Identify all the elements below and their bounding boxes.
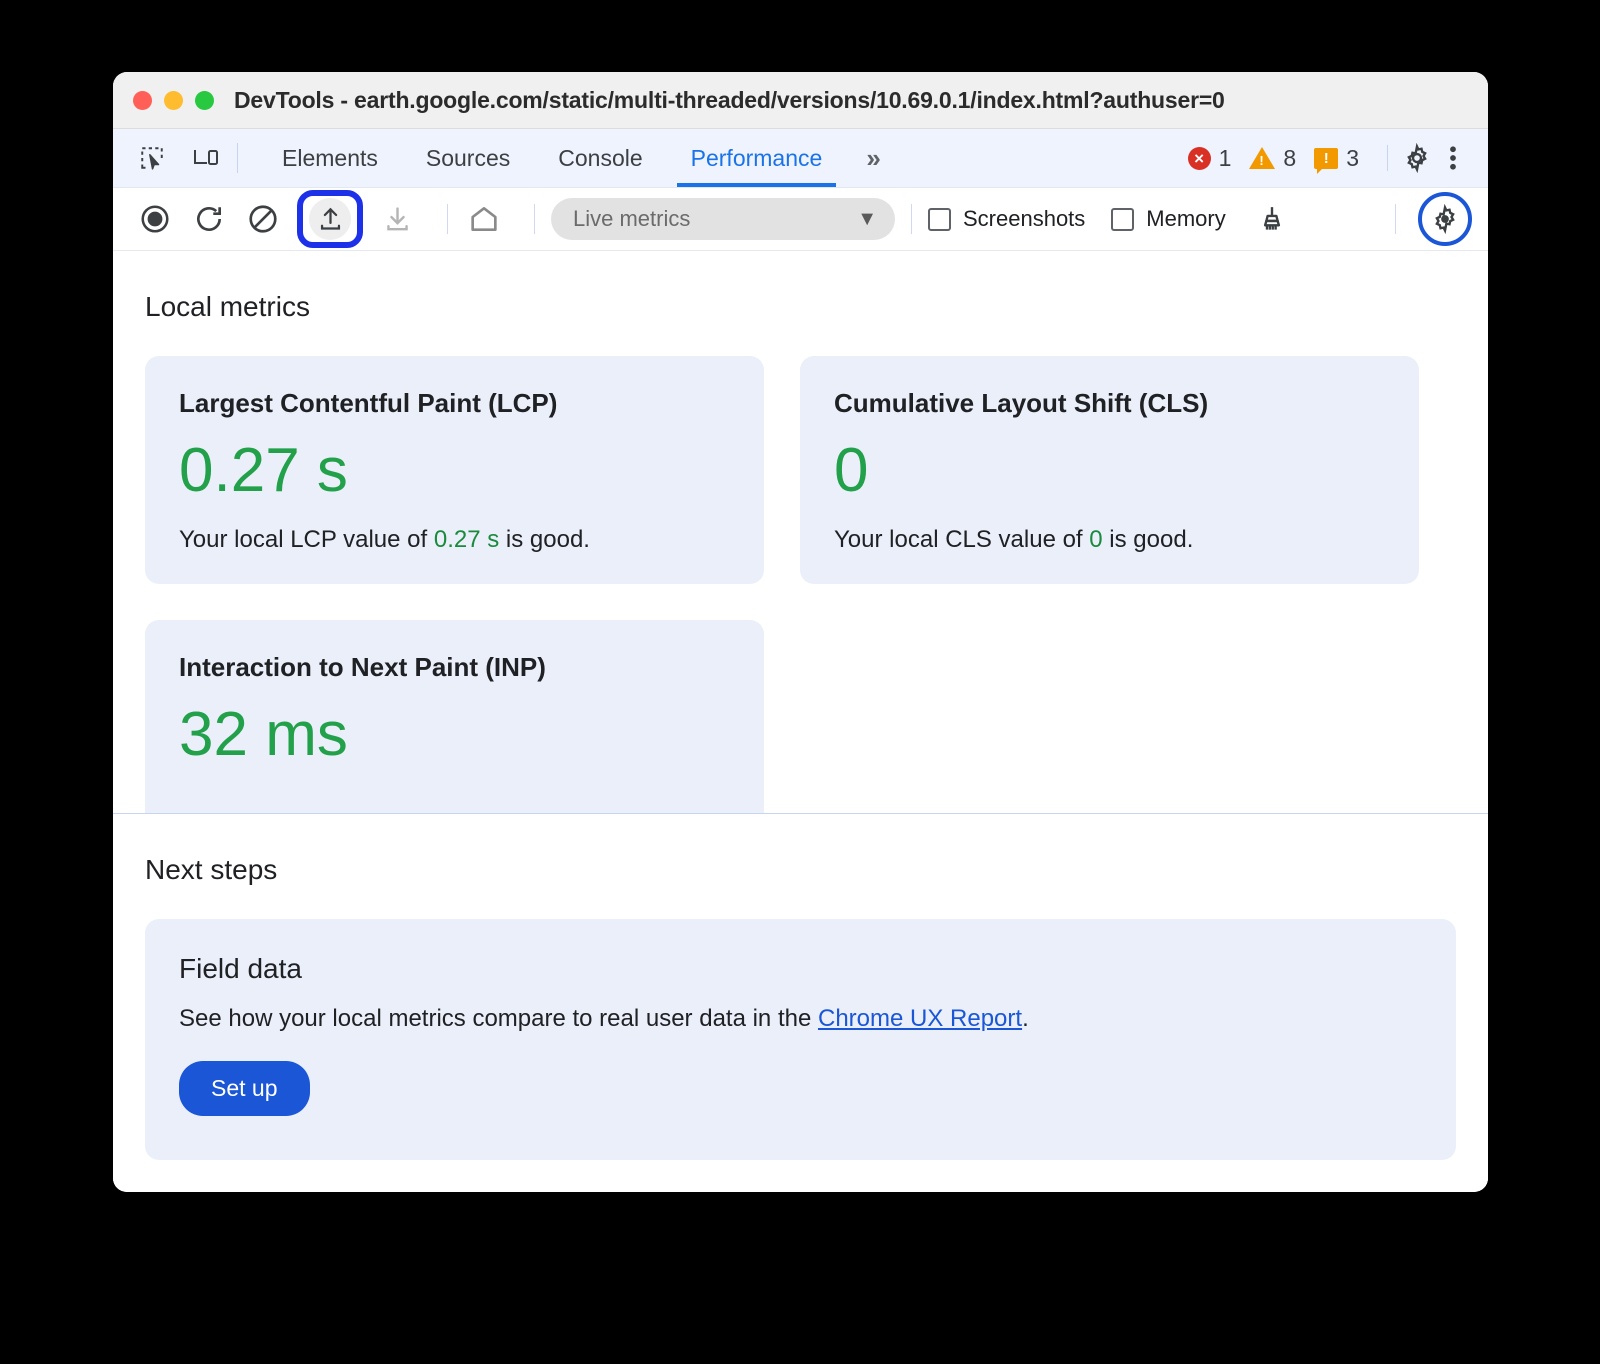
tab-elements-label: Elements (282, 145, 378, 172)
tabbar-divider (237, 143, 238, 173)
cls-desc-value: 0 (1089, 526, 1102, 553)
close-button-icon[interactable] (133, 91, 152, 110)
highlight-ring (297, 190, 363, 248)
error-counter[interactable]: × 1 (1188, 145, 1232, 172)
field-data-text-suffix: . (1022, 1005, 1029, 1032)
metric-card-cls-title: Cumulative Layout Shift (CLS) (834, 388, 1385, 419)
tab-console[interactable]: Console (534, 129, 666, 187)
local-metrics-cards: Largest Contentful Paint (LCP) 0.27 s Yo… (113, 323, 1488, 831)
memory-checkbox-box[interactable] (1111, 208, 1134, 231)
toolbar-divider-2 (534, 204, 535, 234)
issue-icon: ! (1314, 148, 1338, 169)
gear-icon[interactable] (1400, 141, 1434, 175)
chevron-down-icon: ▼ (857, 208, 877, 231)
home-icon[interactable] (464, 199, 504, 239)
memory-label: Memory (1146, 206, 1225, 232)
toolbar-divider-3 (911, 204, 912, 234)
metric-card-cls[interactable]: Cumulative Layout Shift (CLS) 0 Your loc… (800, 356, 1419, 584)
tab-sources[interactable]: Sources (402, 129, 534, 187)
error-count: 1 (1219, 145, 1232, 172)
screenshots-checkbox-box[interactable] (928, 208, 951, 231)
tabbar-right-group: × 1 8 ! 3 (1188, 129, 1488, 187)
screenshot-stage: DevTools - earth.google.com/static/multi… (0, 0, 1600, 1364)
chrome-ux-report-link[interactable]: Chrome UX Report (818, 1005, 1022, 1032)
traffic-light-group (133, 91, 214, 110)
lcp-desc-value: 0.27 s (434, 526, 499, 553)
cls-desc-suffix: is good. (1103, 526, 1194, 553)
field-data-text: See how your local metrics compare to re… (179, 1005, 1422, 1033)
issue-counter[interactable]: ! 3 (1314, 145, 1359, 172)
clear-icon[interactable] (243, 199, 283, 239)
performance-toolbar: Live metrics ▼ Screenshots Memory (113, 188, 1488, 251)
next-steps-heading: Next steps (113, 814, 1488, 886)
metric-card-inp-value: 32 ms (179, 699, 730, 770)
memory-checkbox[interactable]: Memory (1111, 206, 1225, 232)
warning-count: 8 (1283, 145, 1296, 172)
live-metrics-panel: Local metrics Largest Contentful Paint (… (113, 251, 1488, 1191)
tab-sources-label: Sources (426, 145, 510, 172)
more-tabs-icon[interactable]: » (846, 129, 900, 187)
metric-card-lcp-title: Largest Contentful Paint (LCP) (179, 388, 730, 419)
local-metrics-heading: Local metrics (113, 251, 1488, 323)
tab-performance-label: Performance (691, 145, 823, 172)
warning-counter[interactable]: 8 (1249, 145, 1296, 172)
highlight-circle (1418, 192, 1472, 246)
field-data-card: Field data See how your local metrics co… (145, 919, 1456, 1160)
device-toolbar-icon[interactable] (189, 141, 223, 175)
set-up-button[interactable]: Set up (179, 1061, 310, 1116)
tab-performance[interactable]: Performance (667, 129, 847, 187)
capture-settings-button-highlight (1418, 192, 1472, 246)
window-titlebar: DevTools - earth.google.com/static/multi… (113, 72, 1488, 129)
devtools-tabbar: Elements Sources Console Performance » ×… (113, 129, 1488, 188)
record-icon[interactable] (135, 199, 175, 239)
kebab-menu-icon[interactable] (1436, 141, 1470, 175)
record-and-reload-icon[interactable] (189, 199, 229, 239)
download-icon (377, 199, 417, 239)
lcp-desc-suffix: is good. (499, 526, 590, 553)
mode-select-value: Live metrics (573, 206, 690, 232)
collect-garbage-icon[interactable] (1252, 199, 1292, 239)
tab-console-label: Console (558, 145, 642, 172)
maximize-button-icon[interactable] (195, 91, 214, 110)
devtools-window: DevTools - earth.google.com/static/multi… (113, 72, 1488, 1192)
inspect-element-icon[interactable] (135, 141, 169, 175)
metric-card-cls-value: 0 (834, 435, 1385, 506)
metric-card-inp[interactable]: Interaction to Next Paint (INP) 32 ms (145, 620, 764, 830)
tab-elements[interactable]: Elements (258, 129, 402, 187)
screenshots-label: Screenshots (963, 206, 1085, 232)
tab-list: Elements Sources Console Performance » (258, 129, 901, 187)
load-profile-button-highlight (297, 190, 363, 248)
field-data-title: Field data (179, 953, 1422, 985)
error-icon: × (1188, 147, 1211, 170)
cls-desc-prefix: Your local CLS value of (834, 526, 1089, 553)
minimize-button-icon[interactable] (164, 91, 183, 110)
next-steps-section: Next steps Field data See how your local… (113, 814, 1488, 1160)
toolbar-divider-1 (447, 204, 448, 234)
metric-card-lcp[interactable]: Largest Contentful Paint (LCP) 0.27 s Yo… (145, 356, 764, 584)
metric-card-cls-description: Your local CLS value of 0 is good. (834, 526, 1385, 554)
tabbar-right-divider (1387, 145, 1388, 171)
metric-card-inp-title: Interaction to Next Paint (INP) (179, 652, 730, 683)
metric-card-lcp-description: Your local LCP value of 0.27 s is good. (179, 526, 730, 554)
field-data-text-prefix: See how your local metrics compare to re… (179, 1005, 818, 1032)
lcp-desc-prefix: Your local LCP value of (179, 526, 434, 553)
toolbar-divider-4 (1395, 204, 1396, 234)
mode-select[interactable]: Live metrics ▼ (551, 198, 895, 240)
metric-card-lcp-value: 0.27 s (179, 435, 730, 506)
window-title: DevTools - earth.google.com/static/multi… (234, 87, 1225, 114)
screenshots-checkbox[interactable]: Screenshots (928, 206, 1085, 232)
warning-icon (1249, 147, 1275, 169)
issue-count: 3 (1346, 145, 1359, 172)
tabbar-left-icons (113, 129, 223, 187)
